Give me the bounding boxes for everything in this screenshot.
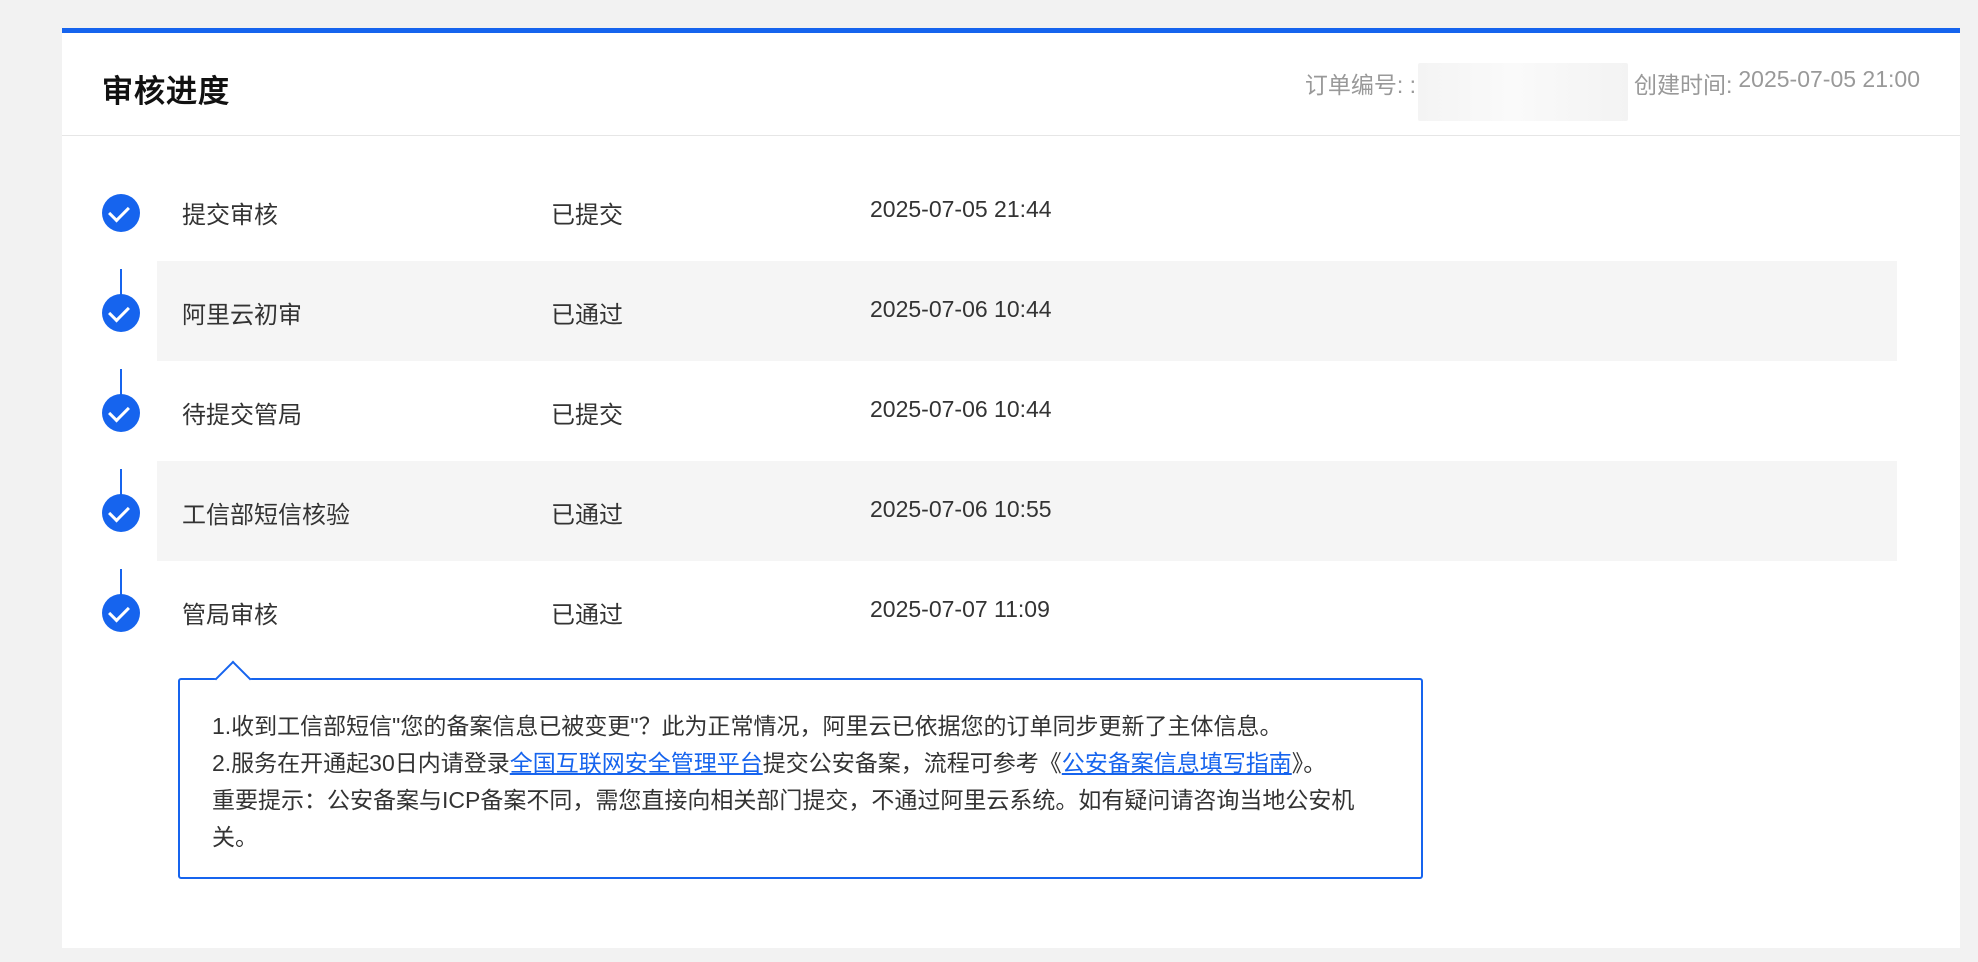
step-row: 管局审核 已通过 2025-07-07 11:09 <box>62 561 1960 661</box>
check-circle-icon <box>102 394 140 432</box>
check-circle-icon <box>102 294 140 332</box>
step-time: 2025-07-07 11:09 <box>870 596 1050 622</box>
panel-header: 审核进度 订单编号: : 创建时间: 2025-07-05 21:00 <box>62 33 1960 136</box>
step-name: 管局审核 <box>182 602 278 629</box>
notice-line-2: 2.服务在开通起30日内请登录全国互联网安全管理平台提交公安备案，流程可参考《公… <box>212 745 1389 782</box>
review-progress-panel: 审核进度 订单编号: : 创建时间: 2025-07-05 21:00 提交审核… <box>62 28 1960 948</box>
step-status: 已通过 <box>551 602 623 629</box>
page-title: 审核进度 <box>102 74 230 109</box>
step-time: 2025-07-06 10:44 <box>870 396 1052 422</box>
step-row: 阿里云初审 已通过 2025-07-06 10:44 <box>62 261 1960 361</box>
step-name: 阿里云初审 <box>182 302 302 329</box>
step-status: 已通过 <box>551 302 623 329</box>
check-circle-icon <box>102 594 140 632</box>
step-name: 提交审核 <box>182 202 278 229</box>
step-status: 已通过 <box>551 502 623 529</box>
step-time: 2025-07-06 10:55 <box>870 496 1052 522</box>
security-platform-link[interactable]: 全国互联网安全管理平台 <box>510 750 763 776</box>
step-name: 待提交管局 <box>182 402 302 429</box>
step-time: 2025-07-06 10:44 <box>870 296 1052 322</box>
notice-line-2-middle: 提交公安备案，流程可参考《 <box>762 750 1062 776</box>
step-time: 2025-07-05 21:44 <box>870 196 1052 222</box>
popover-arrow <box>214 660 252 698</box>
step-row: 待提交管局 已提交 2025-07-06 10:44 <box>62 361 1960 461</box>
order-meta: 订单编号: : 创建时间: 2025-07-05 21:00 <box>1305 63 1920 121</box>
check-circle-icon <box>102 194 140 232</box>
order-number-label: 订单编号: : <box>1304 72 1416 98</box>
created-time-value: 2025-07-05 21:00 <box>1738 66 1920 92</box>
notice-line-1: 1.收到工信部短信"您的备案信息已被变更"？此为正常情况，阿里云已依据您的订单同… <box>212 713 1283 739</box>
step-row: 提交审核 已提交 2025-07-05 21:44 <box>62 161 1960 261</box>
police-filing-guide-link[interactable]: 公安备案信息填写指南 <box>1062 750 1292 776</box>
step-status: 已提交 <box>551 202 623 229</box>
notice-line-2-suffix: 》。 <box>1291 750 1327 776</box>
order-number-redacted <box>1418 63 1628 121</box>
step-status: 已提交 <box>551 402 623 429</box>
step-row: 工信部短信核验 已通过 2025-07-06 10:55 <box>62 461 1960 561</box>
check-circle-icon <box>102 494 140 532</box>
created-time-label: 创建时间: <box>1634 72 1733 98</box>
step-name: 工信部短信核验 <box>182 502 350 529</box>
notice-line-2-prefix: 2.服务在开通起30日内请登录 <box>212 750 510 776</box>
notice-popover: 1.收到工信部短信"您的备案信息已被变更"？此为正常情况，阿里云已依据您的订单同… <box>178 660 1423 879</box>
notice-line-3: 重要提示：公安备案与ICP备案不同，需您直接向相关部门提交，不通过阿里云系统。如… <box>212 787 1355 850</box>
